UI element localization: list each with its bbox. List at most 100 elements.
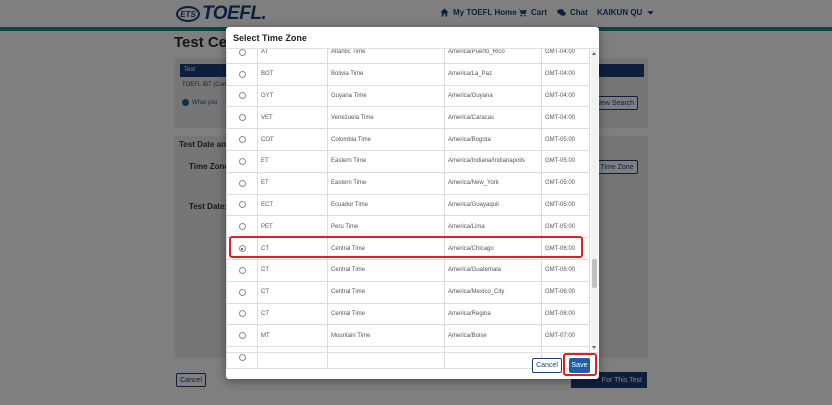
- table-scrollbar[interactable]: [591, 50, 598, 351]
- radio-cell[interactable]: [226, 258, 258, 282]
- time-zone-zone-cell: America/Bogota: [444, 128, 542, 151]
- time-zone-row[interactable]: ET Eastern Time America/New_York GMT-05:00: [226, 171, 590, 195]
- time-zone-abbr-cell: GYT: [257, 84, 328, 108]
- radio-cell[interactable]: [226, 106, 258, 130]
- time-zone-offset-cell: GMT-04:00: [541, 84, 590, 108]
- time-zone-row[interactable]: CT Central Time America/Mexico_City GMT-06:…: [226, 280, 590, 304]
- radio-cell[interactable]: [226, 324, 258, 348]
- time-zone-abbr-cell: CT: [257, 237, 328, 260]
- time-zone-offset-cell: GMT-05:00: [541, 128, 590, 151]
- time-zone-zone-cell: America/Puerto_Rico: [444, 49, 542, 64]
- time-zone-offset-cell: GMT-05:00: [541, 171, 590, 195]
- time-zone-offset-cell: GMT-05:00: [541, 149, 590, 173]
- radio-cell[interactable]: [226, 346, 258, 369]
- radio-cell[interactable]: [226, 149, 258, 173]
- scroll-down-arrow-icon[interactable]: [592, 346, 596, 349]
- time-zone-zone-cell: America/New_York: [444, 171, 542, 195]
- time-zone-name-cell: Ecuador Time: [327, 193, 445, 217]
- time-zone-abbr-cell: ET: [257, 171, 328, 195]
- save-button[interactable]: Save: [569, 358, 590, 373]
- time-zone-name-cell: Central Time: [327, 237, 445, 260]
- radio-unselected[interactable]: [238, 223, 246, 231]
- time-zone-row[interactable]: PET Peru Time America/Lima GMT-05:00: [226, 215, 590, 239]
- time-zone-offset-cell: GMT-04:00: [541, 49, 590, 64]
- time-zone-row[interactable]: CT Central Time America/Regina GMT-06:00: [226, 302, 590, 326]
- radio-cell[interactable]: [226, 215, 258, 239]
- time-zone-offset-cell: GMT-07:00: [541, 324, 590, 348]
- scrollbar-thumb[interactable]: [592, 259, 597, 288]
- time-zone-zone-cell: [444, 346, 542, 369]
- time-zone-zone-cell: America/La_Paz: [444, 62, 542, 86]
- time-zone-offset-cell: GMT-05:00: [541, 215, 590, 239]
- time-zone-row[interactable]: ET Eastern Time America/Indiana/Indianapol…: [226, 149, 590, 173]
- time-zone-zone-cell: America/Guyana: [444, 84, 542, 108]
- time-zone-abbr-cell: VET: [257, 106, 328, 130]
- time-zone-name-cell: Mountain Time: [327, 324, 445, 348]
- radio-unselected[interactable]: [238, 157, 246, 165]
- time-zone-abbr-cell: AT: [257, 49, 328, 64]
- radio-unselected[interactable]: [238, 201, 246, 209]
- radio-cell[interactable]: [226, 171, 258, 195]
- radio-unselected[interactable]: [238, 70, 246, 78]
- radio-unselected[interactable]: [238, 136, 246, 144]
- radio-cell[interactable]: [226, 49, 258, 64]
- radio-unselected[interactable]: [238, 179, 246, 187]
- radio-cell[interactable]: [226, 280, 258, 304]
- time-zone-row[interactable]: COT Colombia Time America/Bogota GMT-05:00: [226, 128, 590, 151]
- time-zone-name-cell: [327, 346, 445, 369]
- radio-unselected[interactable]: [238, 266, 246, 274]
- time-zone-zone-cell: America/Lima: [444, 215, 542, 239]
- radio-cell[interactable]: [226, 128, 258, 151]
- time-zone-zone-cell: America/Guayaquil: [444, 193, 542, 217]
- time-zone-zone-cell: America/Boise: [444, 324, 542, 348]
- time-zone-table-viewport[interactable]: AT Atlantic Time America/Puerto_Rico GMT-04…: [226, 49, 599, 375]
- radio-cell[interactable]: [226, 62, 258, 86]
- radio-selected[interactable]: [238, 245, 246, 253]
- time-zone-zone-cell: America/Mexico_City: [444, 280, 542, 304]
- time-zone-row[interactable]: ECT Ecuador Time America/Guayaquil GMT-05:0…: [226, 193, 590, 217]
- time-zone-abbr-cell: MT: [257, 324, 328, 348]
- radio-cell[interactable]: [226, 237, 258, 260]
- radio-cell[interactable]: [226, 302, 258, 326]
- time-zone-row[interactable]: AT Atlantic Time America/Puerto_Rico GMT-04…: [226, 49, 590, 64]
- time-zone-abbr-cell: CT: [257, 258, 328, 282]
- time-zone-abbr-cell: CT: [257, 302, 328, 326]
- time-zone-name-cell: Central Time: [327, 302, 445, 326]
- time-zone-offset-cell: GMT-06:00: [541, 280, 590, 304]
- radio-unselected[interactable]: [238, 332, 246, 340]
- radio-unselected[interactable]: [238, 288, 246, 296]
- radio-cell[interactable]: [226, 193, 258, 217]
- radio-unselected[interactable]: [238, 114, 246, 122]
- radio-unselected[interactable]: [238, 49, 246, 56]
- time-zone-abbr-cell: CT: [257, 280, 328, 304]
- time-zone-name-cell: Venezuela Time: [327, 106, 445, 130]
- time-zone-row[interactable]: MT Mountain Time America/Boise GMT-07:00: [226, 324, 590, 348]
- cancel-button[interactable]: Cancel: [532, 358, 562, 373]
- time-zone-name-cell: Eastern Time: [327, 149, 445, 173]
- time-zone-zone-cell: America/Regina: [444, 302, 542, 326]
- scroll-up-arrow-icon[interactable]: [592, 52, 596, 55]
- time-zone-name-cell: Bolivia Time: [327, 62, 445, 86]
- radio-unselected[interactable]: [238, 354, 246, 362]
- time-zone-name-cell: Colombia Time: [327, 128, 445, 151]
- time-zone-row[interactable]: BOT Bolivia Time America/La_Paz GMT-04:00: [226, 62, 590, 86]
- time-zone-abbr-cell: BOT: [257, 62, 328, 86]
- time-zone-offset-cell: GMT-06:00: [541, 237, 590, 260]
- time-zone-zone-cell: America/Caracas: [444, 106, 542, 130]
- radio-unselected[interactable]: [238, 310, 246, 318]
- time-zone-offset-cell: GMT-06:00: [541, 258, 590, 282]
- radio-unselected[interactable]: [238, 92, 246, 100]
- time-zone-row[interactable]: CT Central Time America/Guatemala GMT-06:00: [226, 258, 590, 282]
- time-zone-offset-cell: GMT-04:00: [541, 106, 590, 130]
- time-zone-table: AT Atlantic Time America/Puerto_Rico GMT-04…: [226, 49, 590, 369]
- time-zone-offset-cell: GMT-06:00: [541, 302, 590, 326]
- time-zone-offset-cell: GMT-04:00: [541, 62, 590, 86]
- dialog-footer-divider: [226, 352, 599, 353]
- time-zone-abbr-cell: ECT: [257, 193, 328, 217]
- time-zone-row[interactable]: VET Venezuela Time America/Caracas GMT-04:0…: [226, 106, 590, 130]
- radio-cell[interactable]: [226, 84, 258, 108]
- time-zone-zone-cell: America/Indiana/Indianapolis: [444, 149, 542, 173]
- time-zone-name-cell: Atlantic Time: [327, 49, 445, 64]
- time-zone-row[interactable]: GYT Guyana Time America/Guyana GMT-04:00: [226, 84, 590, 108]
- time-zone-row[interactable]: CT Central Time America/Chicago GMT-06:00: [226, 237, 590, 260]
